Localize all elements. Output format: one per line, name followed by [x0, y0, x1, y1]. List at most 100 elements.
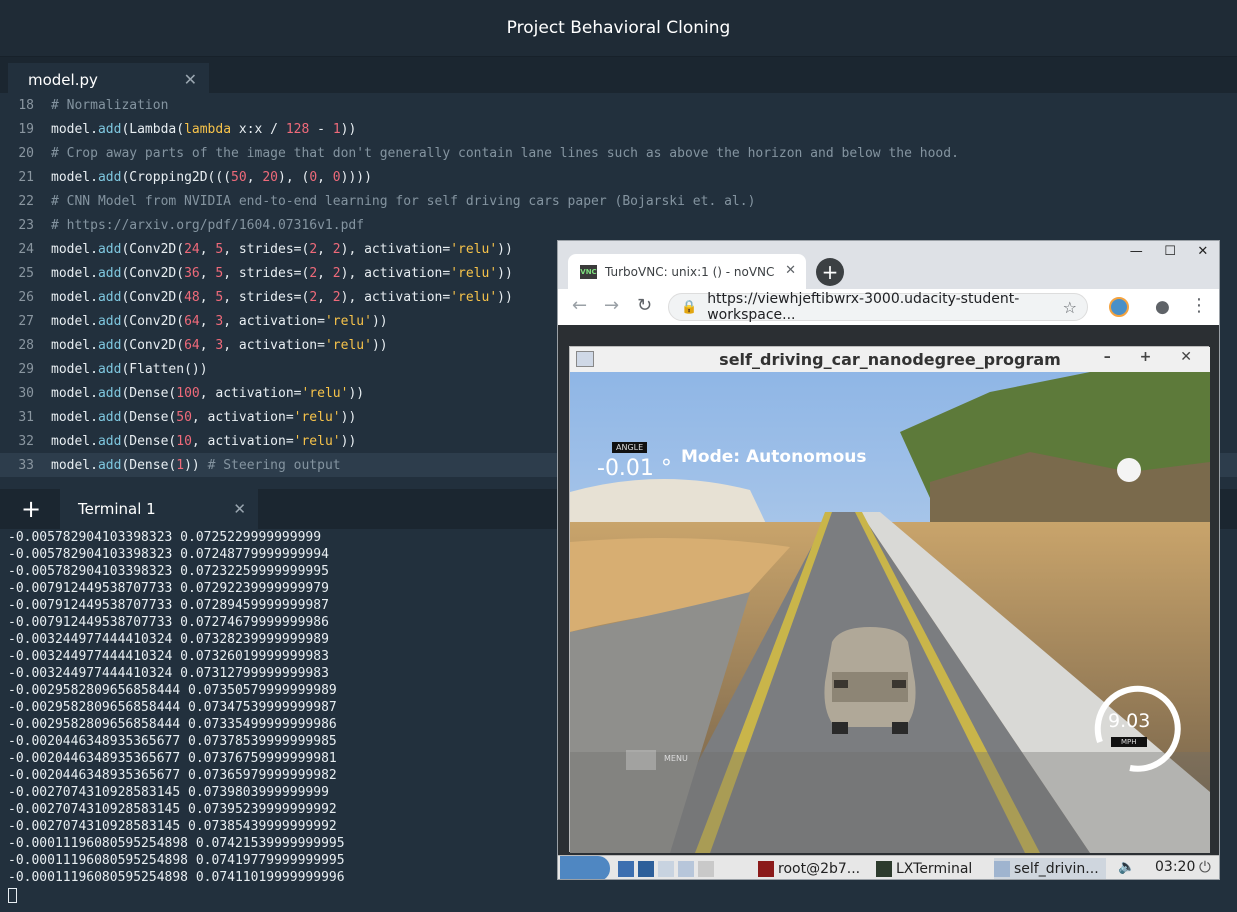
code-line[interactable]: 20 # Crop away parts of the image that do…: [0, 141, 1237, 165]
taskbar-item-self-driving[interactable]: self_drivin...: [994, 858, 1106, 879]
simulator-title-text: self_driving_car_nanodegree_program: [719, 350, 1061, 369]
terminal-line: -0.0029582809656858444 0.073505799999999…: [8, 683, 337, 698]
window-icon: [994, 861, 1010, 877]
window-icon[interactable]: [658, 861, 674, 877]
editor-tab-strip: model.py ✕: [0, 57, 1237, 97]
network-icon[interactable]: [638, 861, 654, 877]
window-icon: [576, 351, 594, 367]
star-icon[interactable]: ☆: [1063, 298, 1077, 317]
tab-terminal-1[interactable]: Terminal 1 ✕: [60, 489, 258, 529]
terminal-line: -0.005782904103398323 0.0725229999999999: [8, 530, 322, 545]
angle-label: ANGLE: [612, 442, 648, 453]
start-menu-button[interactable]: [560, 856, 610, 879]
line-number: 33: [18, 457, 34, 473]
line-number: 28: [18, 337, 34, 353]
terminal-line: -0.003244977444410324 0.0732823999999998…: [8, 632, 329, 647]
lock-icon: 🔒: [681, 299, 698, 315]
line-number: 23: [18, 217, 34, 233]
terminal-line: -0.00011196080595254898 0.07411019999999…: [8, 870, 345, 885]
menu-icon[interactable]: ⋮: [1190, 295, 1208, 316]
extension-icon[interactable]: [1109, 297, 1129, 317]
taskbar-launchers[interactable]: [618, 858, 718, 879]
terminal-line: -0.007912449538707733 0.0729223999999997…: [8, 581, 329, 596]
terminal-line: -0.0027074310928583145 0.073952399999999…: [8, 802, 337, 817]
terminal-cursor: [8, 888, 17, 903]
desktop-icon[interactable]: [698, 861, 714, 877]
code-line[interactable]: 19 model.add(Lambda(lambda x:x / 128 - 1)…: [0, 117, 1237, 141]
terminal-icon: [758, 861, 774, 877]
speed-unit: MPH: [1111, 737, 1147, 747]
volume-icon[interactable]: 🔈: [1118, 859, 1135, 875]
line-number: 20: [18, 145, 34, 161]
minimize-icon[interactable]: —: [1130, 244, 1143, 259]
forward-icon[interactable]: →: [604, 295, 619, 316]
terminal-line: -0.0020446348935365677 0.073659799999999…: [8, 768, 337, 783]
road-scene-image: [570, 372, 1210, 853]
new-tab-button[interactable]: +: [816, 258, 844, 286]
indicator-dot: [1117, 458, 1141, 482]
address-bar[interactable]: 🔒 https://viewhjeftibwrx-3000.udacity-st…: [668, 291, 1088, 323]
simulator-window-controls[interactable]: – + ✕: [1104, 349, 1204, 365]
line-number: 30: [18, 385, 34, 401]
code-text: model.add(Conv2D(64, 3, activation='relu…: [51, 337, 388, 353]
tab-model-py[interactable]: model.py ✕: [8, 63, 209, 97]
terminal-line: -0.00011196080595254898 0.07421539999999…: [8, 836, 345, 851]
line-number: 25: [18, 265, 34, 281]
line-number: 22: [18, 193, 34, 209]
code-text: # Crop away parts of the image that don'…: [51, 145, 959, 161]
tab-label: model.py: [28, 71, 98, 89]
add-terminal-button[interactable]: +: [0, 489, 62, 529]
code-line[interactable]: 21 model.add(Cropping2D(((50, 20), (0, 0)…: [0, 165, 1237, 189]
terminal-icon: [876, 861, 892, 877]
taskbar-item-label: root@2b7...: [778, 861, 861, 877]
clock: 03:20: [1155, 859, 1196, 875]
code-text: model.add(Conv2D(64, 3, activation='relu…: [51, 313, 388, 329]
close-icon[interactable]: ✕: [1197, 244, 1208, 259]
maximize-icon[interactable]: ☐: [1164, 244, 1176, 259]
taskbar-item-lxterminal[interactable]: LXTerminal: [876, 858, 986, 879]
window-icon[interactable]: [678, 861, 694, 877]
profile-icon[interactable]: ●: [1155, 297, 1170, 317]
terminal-line: -0.005782904103398323 0.0724877999999999…: [8, 547, 329, 562]
code-line[interactable]: 22 # CNN Model from NVIDIA end-to-end lea…: [0, 189, 1237, 213]
taskbar-item-root[interactable]: root@2b7...: [758, 858, 868, 879]
line-number: 27: [18, 313, 34, 329]
close-icon[interactable]: ✕: [785, 263, 796, 278]
code-text: # Normalization: [51, 97, 169, 113]
vnc-viewport[interactable]: self_driving_car_nanodegree_program – + …: [558, 325, 1219, 855]
browser-toolbar: ← → ↻ 🔒 https://viewhjeftibwrx-3000.udac…: [558, 289, 1219, 325]
terminal-line: -0.005782904103398323 0.0723225999999999…: [8, 564, 329, 579]
simulator-title: self_driving_car_nanodegree_program – + …: [570, 347, 1210, 372]
browser-tab-title: TurboVNC: unix:1 () - noVNC: [605, 264, 775, 279]
terminal-line: -0.0020446348935365677 0.073767599999999…: [8, 751, 337, 766]
terminal-line: -0.0029582809656858444 0.073354999999999…: [8, 717, 337, 732]
browser-tab-novnc[interactable]: VNC TurboVNC: unix:1 () - noVNC ✕: [568, 254, 806, 289]
code-line[interactable]: 18 # Normalization: [0, 93, 1237, 117]
back-icon[interactable]: ←: [572, 295, 587, 316]
close-icon[interactable]: ✕: [184, 70, 197, 89]
speed-value: 9.03: [1108, 710, 1151, 732]
code-text: model.add(Flatten()): [51, 361, 208, 377]
power-icon[interactable]: ⏻: [1199, 858, 1211, 876]
terminal-output[interactable]: -0.005782904103398323 0.0725229999999999…: [0, 529, 560, 912]
terminal-line: -0.003244977444410324 0.0732601999999998…: [8, 649, 329, 664]
terminal-line: -0.007912449538707733 0.0728945999999998…: [8, 598, 329, 613]
menu-button[interactable]: [626, 750, 656, 770]
browser-window: VNC TurboVNC: unix:1 () - noVNC ✕ + — ☐ …: [557, 240, 1220, 880]
code-text: model.add(Conv2D(24, 5, strides=(2, 2), …: [51, 241, 513, 257]
terminal-line: -0.0020446348935365677 0.073785399999999…: [8, 734, 337, 749]
line-number: 24: [18, 241, 34, 257]
terminal-line: -0.0027074310928583145 0.073980399999999…: [8, 785, 329, 800]
url-text: https://viewhjeftibwrx-3000.udacity-stud…: [707, 291, 1020, 323]
file-manager-icon[interactable]: [618, 861, 634, 877]
close-icon[interactable]: ✕: [233, 500, 246, 518]
code-text: model.add(Dense(1)) # Steering output: [51, 457, 341, 473]
code-text: model.add(Conv2D(48, 5, strides=(2, 2), …: [51, 289, 513, 305]
terminal-line: -0.003244977444410324 0.0731279999999998…: [8, 666, 329, 681]
steering-angle-value: -0.01 °: [597, 456, 672, 481]
code-text: model.add(Lambda(lambda x:x / 128 - 1)): [51, 121, 357, 137]
terminal-line: -0.0029582809656858444 0.073475399999999…: [8, 700, 337, 715]
reload-icon[interactable]: ↻: [637, 295, 652, 316]
code-line[interactable]: 23 # https://arxiv.org/pdf/1604.07316v1.p…: [0, 213, 1237, 237]
simulator-window: self_driving_car_nanodegree_program – + …: [569, 346, 1210, 853]
